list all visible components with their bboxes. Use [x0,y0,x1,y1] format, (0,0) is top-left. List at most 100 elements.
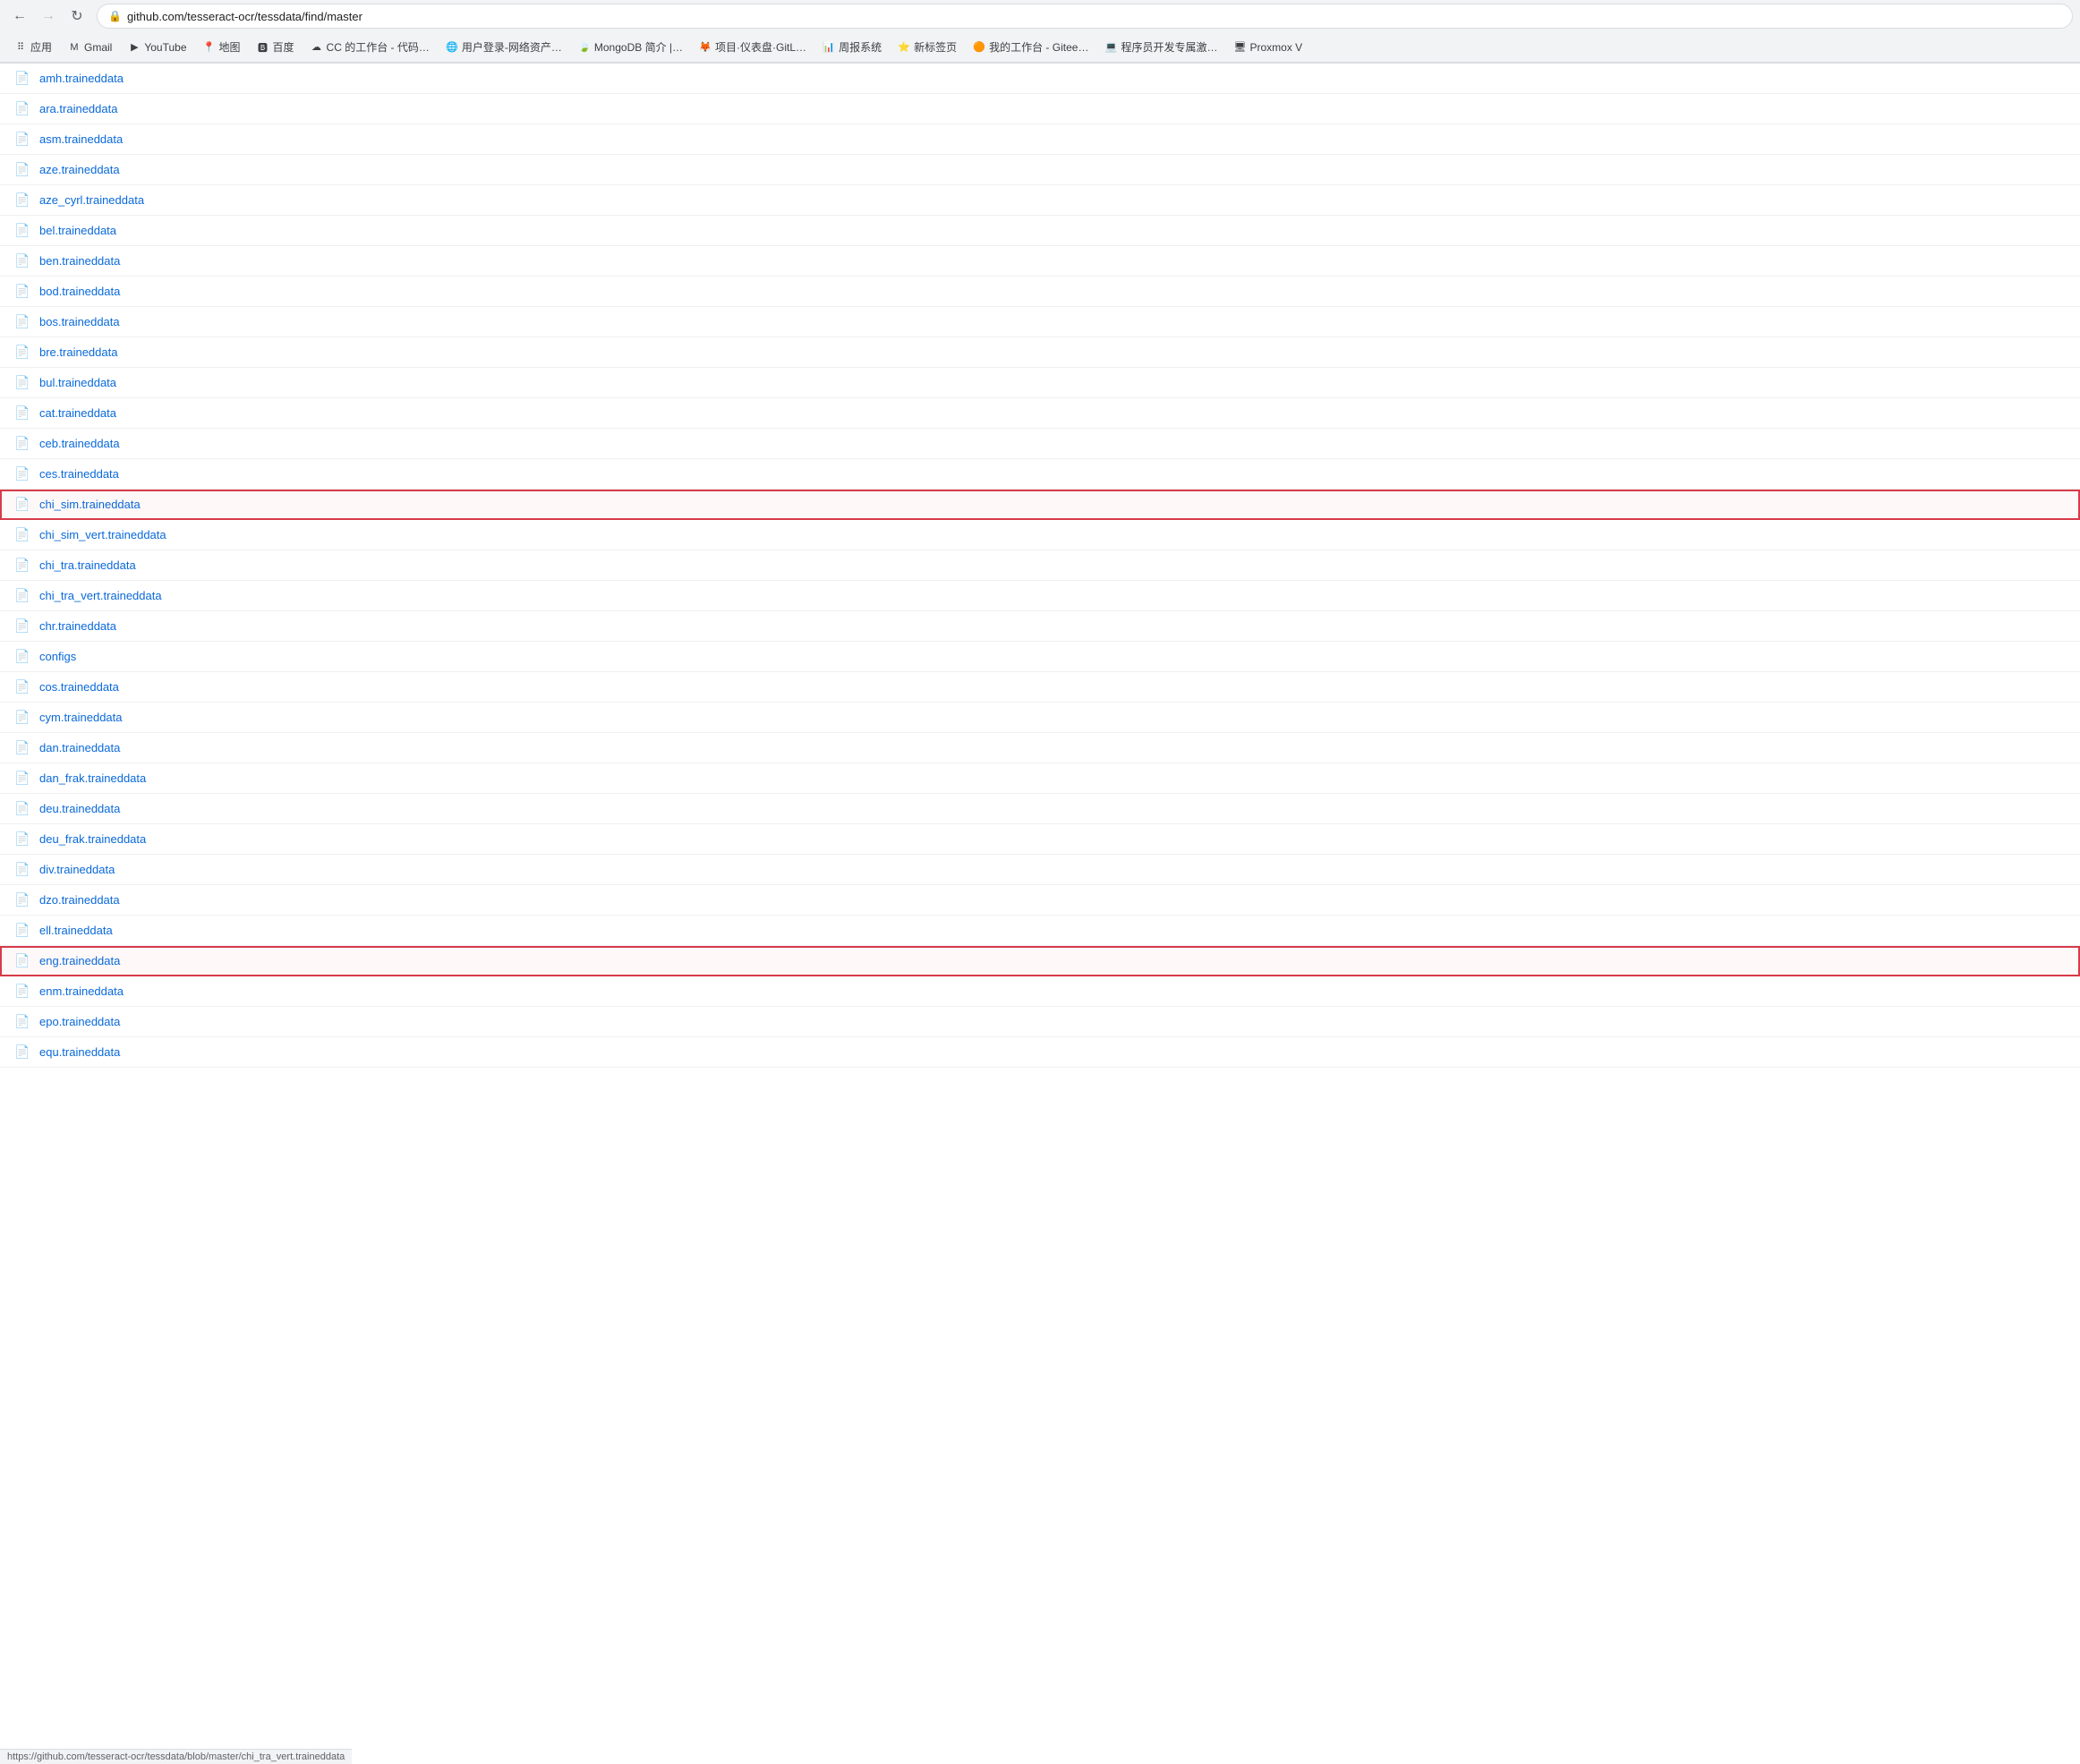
file-link[interactable]: dan.traineddata [39,741,120,754]
bookmark-cc-work[interactable]: ☁CC 的工作台 - 代码… [303,36,437,58]
file-row[interactable]: 📄 ceb.traineddata [0,429,2080,459]
file-link[interactable]: chi_tra_vert.traineddata [39,589,162,602]
file-link[interactable]: asm.traineddata [39,132,123,146]
file-link[interactable]: cos.traineddata [39,680,119,694]
file-link[interactable]: ces.traineddata [39,467,119,481]
bookmark-label-gmail: Gmail [84,41,112,54]
file-link[interactable]: epo.traineddata [39,1015,120,1028]
bookmark-user-login[interactable]: 🌐用户登录-网络资产… [439,36,569,58]
file-row[interactable]: 📄chi_sim.traineddata [0,490,2080,520]
bookmark-youtube[interactable]: ▶YouTube [121,38,193,57]
file-link[interactable]: dan_frak.traineddata [39,771,146,785]
file-link[interactable]: ceb.traineddata [39,437,120,450]
file-row[interactable]: 📄configs [0,642,2080,672]
bookmark-icon-maps: 📍 [203,41,216,54]
bookmark-maps[interactable]: 📍地图 [196,36,248,58]
reload-button[interactable]: ↻ [64,4,90,29]
file-row[interactable]: 📄cym.traineddata [0,703,2080,733]
bookmark-icon-cc-work: ☁ [311,41,323,54]
file-link[interactable]: cym.traineddata [39,711,123,724]
bookmark-report[interactable]: 📊周报系统 [815,36,889,58]
file-row[interactable]: 📄aze.traineddata [0,155,2080,185]
file-row[interactable]: 📄 div.traineddata [0,855,2080,885]
file-link[interactable]: ell.traineddata [39,924,113,937]
file-link[interactable]: chi_sim_vert.traineddata [39,528,166,541]
bookmark-proxmox[interactable]: 🖥Proxmox V [1226,38,1309,57]
bookmark-my-work[interactable]: 🟠我的工作台 - Gitee… [966,36,1095,58]
file-icon: 📄 [14,771,32,786]
file-row[interactable]: 📄 chr.traineddata [0,611,2080,642]
file-row[interactable]: 📄eng.traineddata [0,946,2080,976]
file-link[interactable]: ben.traineddata [39,254,120,268]
file-icon: 📄 [14,679,32,695]
file-row[interactable]: 📄ces.traineddata [0,459,2080,490]
file-row[interactable]: 📄chi_sim_vert.traineddata [0,520,2080,550]
bookmark-dev[interactable]: 💻程序员开发专属激… [1097,36,1224,58]
file-icon: 📄 [14,618,32,634]
file-row[interactable]: 📄enm.traineddata [0,976,2080,1007]
file-row[interactable]: 📄ben.traineddata [0,246,2080,277]
file-link[interactable]: bre.traineddata [39,345,117,359]
file-row[interactable]: 📄 bod.traineddata [0,277,2080,307]
file-row[interactable]: 📄 bel.traineddata [0,216,2080,246]
file-link[interactable]: enm.traineddata [39,984,124,998]
file-row[interactable]: 📄 cos.traineddata [0,672,2080,703]
forward-button[interactable]: → [36,4,61,29]
file-link[interactable]: bul.traineddata [39,376,116,389]
file-link[interactable]: chi_tra.traineddata [39,558,136,572]
file-link[interactable]: equ.traineddata [39,1045,120,1059]
file-icon: 📄 [14,101,32,116]
bookmark-icon-proxmox: 🖥 [1233,41,1246,54]
file-link[interactable]: deu.traineddata [39,802,120,815]
file-row[interactable]: 📄chi_tra.traineddata [0,550,2080,581]
file-row[interactable]: 📄deu.traineddata [0,794,2080,824]
bookmark-project[interactable]: 🦊项目·仪表盘·GitL… [692,36,814,58]
address-text: github.com/tesseract-ocr/tessdata/find/m… [127,10,2061,23]
file-link[interactable]: aze_cyrl.traineddata [39,193,144,207]
file-row[interactable]: 📄asm.traineddata [0,124,2080,155]
file-row[interactable]: 📄deu_frak.traineddata [0,824,2080,855]
file-icon: 📄 [14,436,32,451]
bookmark-label-mongodb: MongoDB 简介 |… [594,39,683,55]
back-button[interactable]: ← [7,4,32,29]
file-row[interactable]: 📄epo.traineddata [0,1007,2080,1037]
file-row[interactable]: 📄chi_tra_vert.traineddata [0,581,2080,611]
file-row[interactable]: 📄 ara.traineddata [0,94,2080,124]
file-row[interactable]: 📄dan.traineddata [0,733,2080,763]
bookmark-apps[interactable]: ⠿应用 [7,36,59,58]
file-row[interactable]: 📄amh.traineddata [0,64,2080,94]
file-link[interactable]: bos.traineddata [39,315,120,328]
file-link[interactable]: ara.traineddata [39,102,117,115]
file-row[interactable]: 📄bos.traineddata [0,307,2080,337]
file-row[interactable]: 📄bul.traineddata [0,368,2080,398]
file-row[interactable]: 📄equ.traineddata [0,1037,2080,1068]
file-link[interactable]: eng.traineddata [39,954,120,967]
file-link[interactable]: dzo.traineddata [39,893,120,907]
file-link[interactable]: chi_sim.traineddata [39,498,141,511]
file-link[interactable]: deu_frak.traineddata [39,832,146,846]
file-icon: 📄 [14,284,32,299]
file-row[interactable]: 📄cat.traineddata [0,398,2080,429]
file-icon: 📄 [14,862,32,877]
file-link[interactable]: amh.traineddata [39,72,124,85]
status-text: https://github.com/tesseract-ocr/tessdat… [7,1751,345,1762]
file-row[interactable]: 📄bre.traineddata [0,337,2080,368]
file-row[interactable]: 📄ell.traineddata [0,916,2080,946]
file-row[interactable]: 📄dzo.traineddata [0,885,2080,916]
file-link[interactable]: bel.traineddata [39,224,116,237]
file-link[interactable]: cat.traineddata [39,406,116,420]
bookmark-baidu[interactable]: 🅱百度 [250,36,302,58]
file-row[interactable]: 📄 dan_frak.traineddata [0,763,2080,794]
file-link[interactable]: bod.traineddata [39,285,120,298]
bookmark-new-tab[interactable]: ⭐新标签页 [891,36,964,58]
bookmark-icon-project: 🦊 [699,41,712,54]
file-link[interactable]: div.traineddata [39,863,115,876]
file-link[interactable]: chr.traineddata [39,619,116,633]
file-link[interactable]: aze.traineddata [39,163,120,176]
address-bar[interactable]: 🔒 github.com/tesseract-ocr/tessdata/find… [97,4,2073,29]
file-row[interactable]: 📄aze_cyrl.traineddata [0,185,2080,216]
bookmark-gmail[interactable]: MGmail [61,38,119,57]
file-icon: 📄 [14,223,32,238]
file-link[interactable]: configs [39,650,76,663]
bookmark-mongodb[interactable]: 🍃MongoDB 简介 |… [571,36,690,58]
